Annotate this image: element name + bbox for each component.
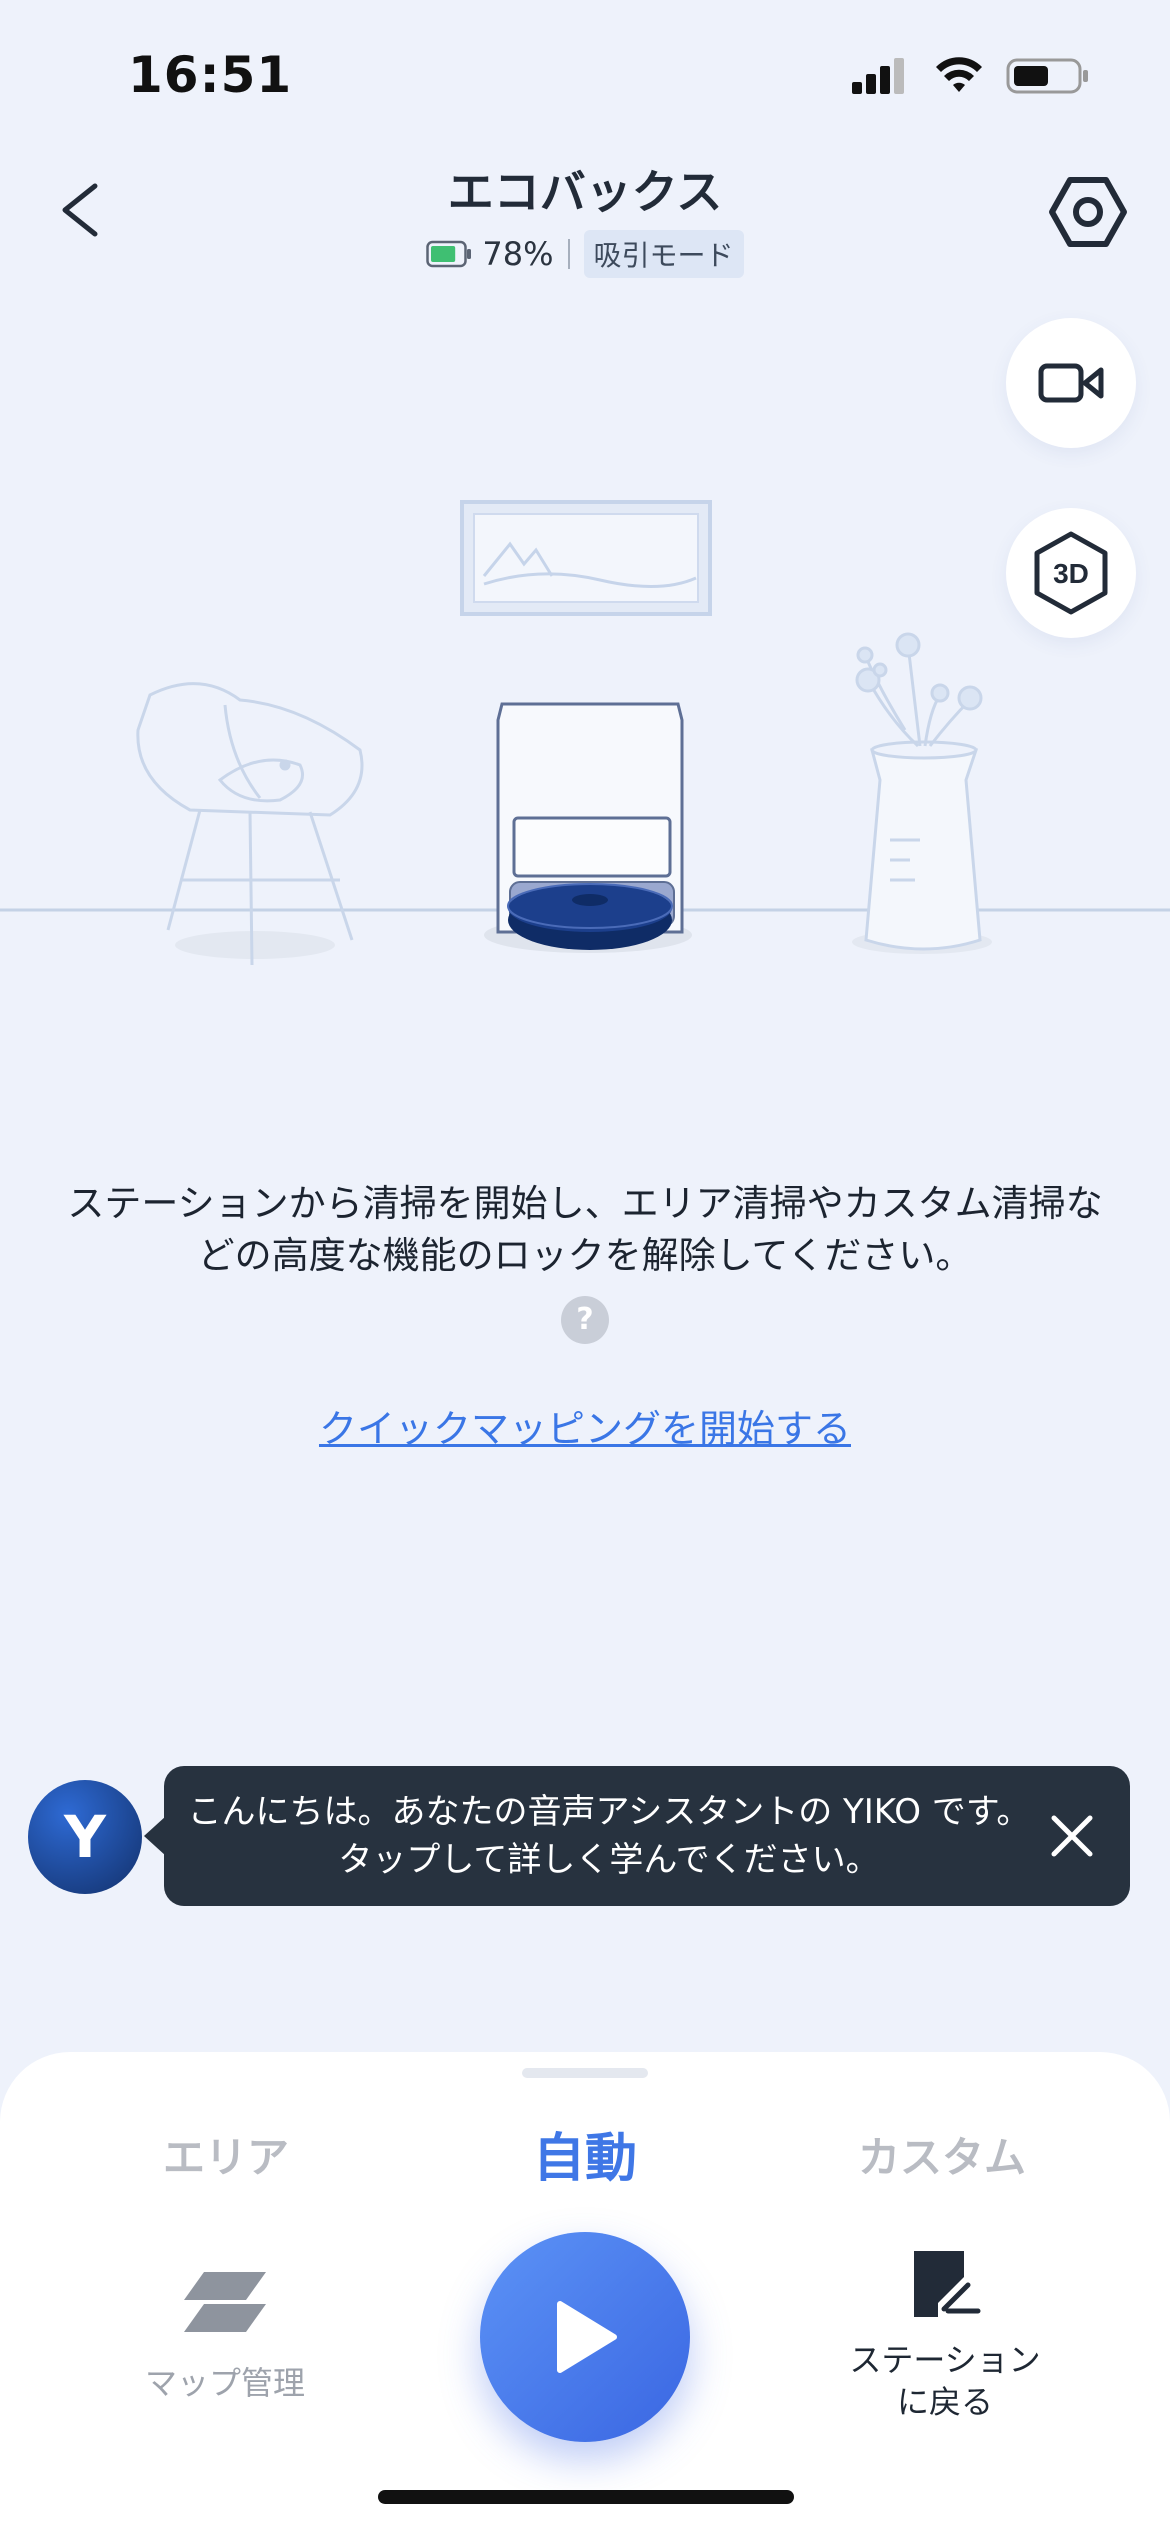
description-text: ステーションから清掃を開始し、エリア清掃やカスタム清掃などの高度な機能のロックを…: [67, 1182, 1103, 1277]
map-layers-icon: [184, 2272, 266, 2332]
home-indicator: [378, 2490, 794, 2504]
close-icon: [1051, 1815, 1093, 1857]
return-to-station-button[interactable]: ステーション に戻る: [830, 2247, 1060, 2423]
status-time: 16:51: [128, 46, 293, 104]
hexagon-settings-icon: [1049, 177, 1127, 247]
map-management-button[interactable]: マップ管理: [110, 2262, 340, 2404]
battery-status-icon: [1006, 58, 1088, 94]
play-icon: [557, 2301, 617, 2373]
map-management-label: マップ管理: [144, 2364, 305, 2402]
battery-indicator: 78%: [426, 235, 554, 273]
device-status-row: 78% 吸引モード: [0, 230, 1170, 278]
video-button[interactable]: [1006, 318, 1136, 448]
video-camera-icon: [1038, 363, 1104, 403]
wifi-icon: [936, 57, 982, 92]
bottom-control-panel: エリア 自動 カスタム マップ管理 ステーション に戻る: [0, 2052, 1170, 2532]
status-bar: 16:51: [0, 0, 1170, 150]
tab-area[interactable]: エリア: [76, 2124, 376, 2185]
start-cleaning-button[interactable]: [480, 2232, 690, 2442]
dock-return-icon: [914, 2251, 981, 2317]
assistant-bubble[interactable]: こんにちは。あなたの音声アシスタントの YIKO です。タップして詳しく学んでく…: [144, 1766, 1130, 1906]
drag-handle[interactable]: [522, 2068, 648, 2078]
wall-picture: [460, 500, 712, 616]
status-icons: [852, 56, 1090, 96]
help-icon[interactable]: ?: [561, 1296, 609, 1344]
settings-button[interactable]: [1046, 170, 1130, 254]
battery-percent: 78%: [482, 235, 554, 273]
tab-custom[interactable]: カスタム: [792, 2124, 1092, 2185]
divider: [567, 239, 570, 269]
assistant-message: こんにちは。あなたの音声アシスタントの YIKO です。タップして詳しく学んでく…: [187, 1792, 1031, 1880]
battery-icon: [426, 240, 472, 268]
tab-auto[interactable]: 自動: [435, 2116, 735, 2191]
quick-mapping-link[interactable]: クイックマッピングを開始する: [0, 1398, 1170, 1453]
page-title: エコバックス: [447, 165, 723, 219]
return-to-station-label: ステーション に戻る: [849, 2341, 1041, 2421]
mode-badge[interactable]: 吸引モード: [583, 230, 744, 278]
chair: [136, 682, 364, 966]
robot-station-illustration: [0, 500, 1170, 966]
vase-plant: [852, 632, 992, 954]
cellular-signal-icon: [852, 58, 904, 94]
header: エコバックス 78% 吸引モード: [0, 150, 1170, 290]
yiko-avatar[interactable]: Y: [28, 1780, 142, 1894]
charging-station: [484, 702, 692, 953]
close-bubble-button[interactable]: [1042, 1806, 1102, 1866]
